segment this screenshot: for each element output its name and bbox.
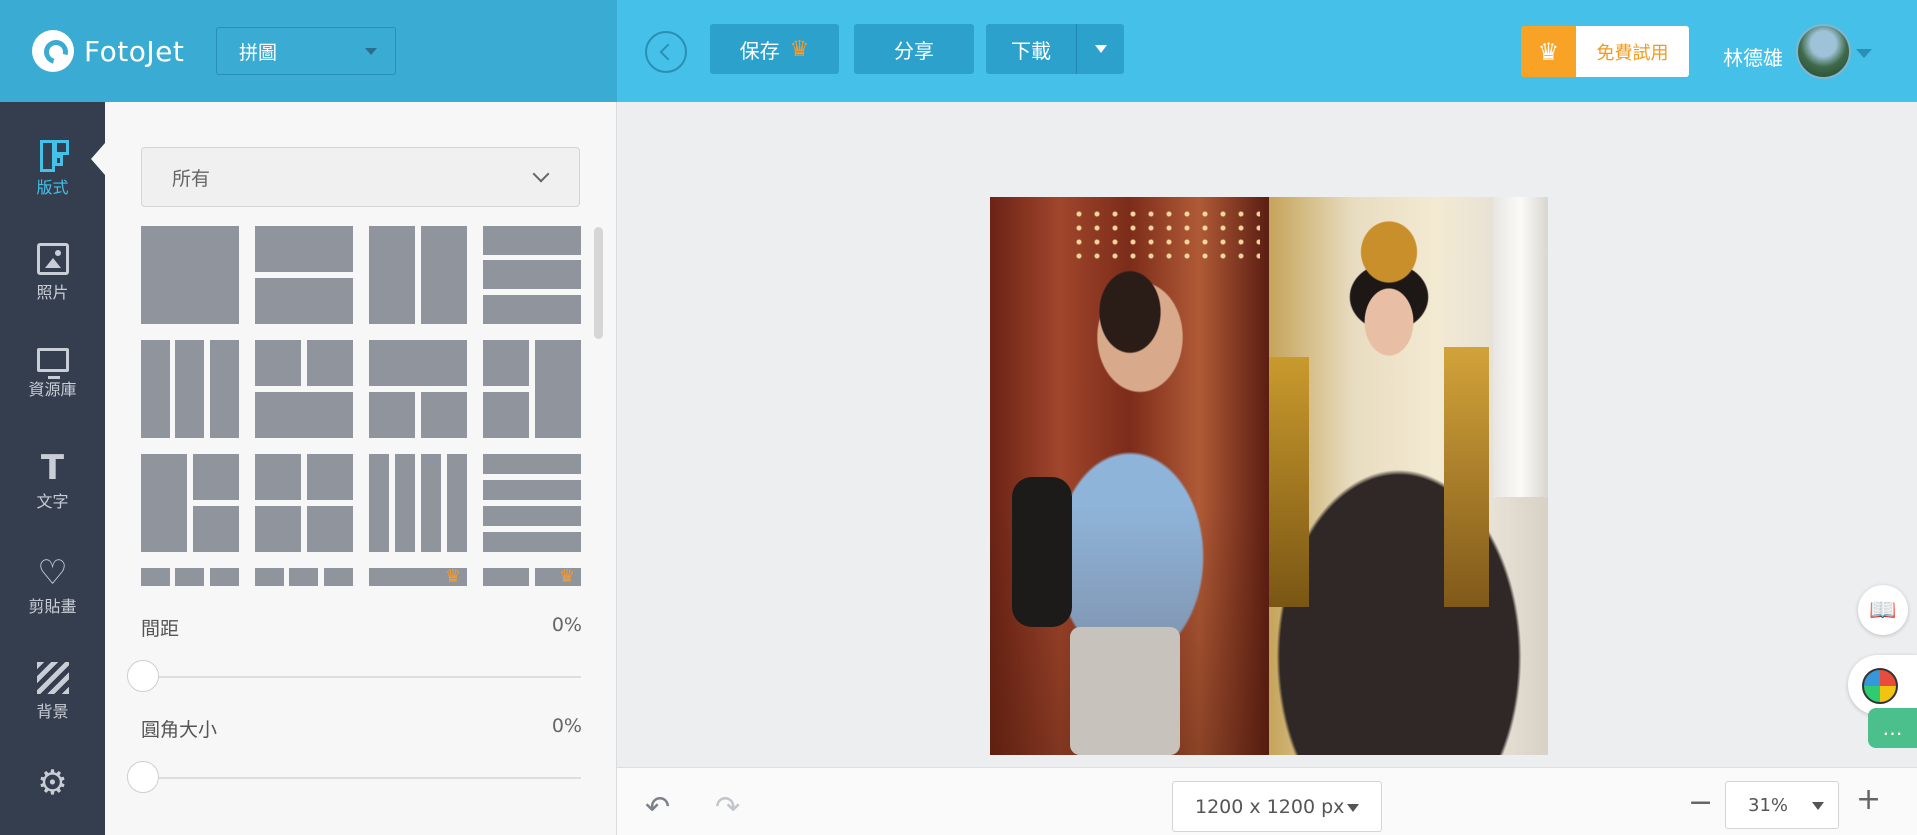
corner-radius-value: 0% — [551, 715, 582, 737]
sidebar-item-clipart[interactable]: 剪貼畫 — [0, 557, 105, 647]
save-button[interactable]: 保存 ♛ — [710, 24, 839, 74]
free-trial-label: 免費試用 — [1576, 26, 1689, 77]
crown-icon: ♛ — [558, 566, 575, 586]
layout-tile[interactable] — [141, 568, 239, 586]
zoom-select[interactable]: 31% — [1725, 781, 1839, 829]
chevron-down-icon — [532, 165, 550, 183]
photo-bag — [1012, 477, 1072, 627]
theme-button[interactable] — [1848, 655, 1917, 715]
zoom-value: 31% — [1748, 794, 1789, 816]
text-icon — [37, 452, 69, 484]
photo-icon — [36, 243, 69, 275]
canvas-size-value: 1200 x 1200 px — [1195, 795, 1345, 818]
category-select-value: 所有 — [172, 167, 211, 190]
spacing-label: 間距 — [141, 618, 180, 640]
sidebar-item-label: 文字 — [36, 492, 69, 511]
layout-icon — [37, 138, 69, 172]
sidebar-item-text[interactable]: 文字 — [0, 452, 105, 542]
logo-icon — [32, 30, 74, 72]
download-options-button[interactable] — [1076, 24, 1124, 74]
mode-select-value: 拼圖 — [239, 41, 278, 64]
sidebar-item-photos[interactable]: 照片 — [0, 243, 105, 333]
canvas-size-select[interactable]: 1200 x 1200 px — [1172, 781, 1382, 832]
crown-icon: ♛ — [1521, 26, 1576, 77]
settings-button[interactable] — [0, 767, 105, 817]
layout-tile[interactable] — [369, 340, 467, 438]
logo-text: FotoJet — [84, 34, 185, 68]
layout-tile[interactable] — [483, 226, 581, 324]
left-icon-rail: 版式 照片 資源庫 文字 剪貼畫 背景 — [0, 102, 105, 835]
caret-down-icon — [1812, 802, 1824, 810]
sidebar-item-label: 版式 — [36, 178, 69, 197]
mode-select[interactable]: 拼圖 — [216, 27, 396, 75]
zoom-out-icon[interactable]: − — [1688, 788, 1713, 818]
layout-tile[interactable] — [141, 340, 239, 438]
sidebar-item-background[interactable]: 背景 — [0, 662, 105, 752]
crown-icon: ♛ — [444, 566, 461, 586]
caret-down-icon — [1347, 804, 1359, 812]
sidebar-item-label: 照片 — [36, 283, 69, 302]
layout-tile[interactable] — [369, 226, 467, 324]
monitor-icon — [36, 348, 69, 379]
photo-lights — [1070, 207, 1260, 267]
background-icon — [36, 662, 69, 694]
photo-throne-right — [1444, 347, 1489, 607]
sidebar-item-library[interactable]: 資源庫 — [0, 348, 105, 438]
corner-radius-label: 圓角大小 — [141, 719, 218, 741]
avatar[interactable] — [1796, 24, 1851, 79]
layout-tile[interactable] — [369, 454, 467, 552]
username[interactable]: 林德雄 — [1723, 42, 1783, 71]
crown-icon: ♛ — [789, 36, 810, 62]
back-button[interactable] — [645, 31, 687, 73]
caret-down-icon — [365, 48, 377, 55]
layout-tile[interactable] — [255, 568, 353, 586]
photo-column — [1493, 197, 1548, 497]
layout-tile[interactable] — [255, 226, 353, 324]
active-item-pointer — [91, 143, 105, 175]
user-menu-caret-icon[interactable] — [1856, 49, 1872, 58]
layout-tile[interactable] — [483, 454, 581, 552]
collage-canvas[interactable] — [990, 197, 1548, 755]
redo-icon[interactable]: ↷ — [715, 790, 740, 825]
spacing-slider-track[interactable] — [141, 676, 581, 678]
layout-tile[interactable] — [483, 340, 581, 438]
layout-tile[interactable] — [141, 226, 239, 324]
corner-radius-slider-knob[interactable] — [127, 761, 159, 793]
photo-trousers — [1070, 627, 1180, 755]
guide-book-icon[interactable]: 📖 — [1858, 585, 1908, 635]
save-button-label: 保存 — [739, 38, 780, 63]
heart-icon — [37, 557, 69, 589]
layout-panel: 所有 ♛ ♛ 間距 0% 圓角大小 0% — [105, 102, 617, 835]
layout-tile[interactable]: ♛ — [483, 566, 581, 586]
spacing-value: 0% — [551, 614, 582, 636]
category-select[interactable]: 所有 — [141, 147, 580, 207]
undo-icon[interactable]: ↶ — [645, 790, 670, 825]
share-button[interactable]: 分享 — [854, 24, 974, 74]
spacing-slider-knob[interactable] — [127, 660, 159, 692]
free-trial-button[interactable]: ♛ 免費試用 — [1521, 26, 1689, 77]
sidebar-item-label: 資源庫 — [28, 380, 77, 399]
layout-grid: ♛ ♛ — [141, 226, 581, 586]
layout-tile[interactable] — [141, 454, 239, 552]
chat-icon[interactable]: … — [1868, 708, 1917, 748]
download-button-label: 下載 — [1011, 38, 1051, 63]
gear-icon — [37, 767, 69, 799]
download-button[interactable]: 下載 — [986, 24, 1076, 74]
collage-photo-right[interactable] — [1269, 197, 1548, 755]
fotojet-logo[interactable]: FotoJet — [32, 30, 184, 72]
corner-radius-slider-track[interactable] — [141, 777, 581, 779]
share-button-label: 分享 — [894, 38, 934, 63]
sidebar-item-label: 背景 — [36, 702, 69, 721]
layout-tile[interactable]: ♛ — [369, 566, 467, 586]
photo-throne-left — [1269, 357, 1309, 607]
sidebar-item-label: 剪貼畫 — [28, 597, 77, 616]
collage-photo-left[interactable] — [990, 197, 1269, 755]
panel-scrollbar[interactable] — [594, 227, 603, 339]
color-wheel-icon — [1862, 668, 1898, 704]
zoom-in-icon[interactable]: + — [1856, 785, 1881, 815]
sidebar-item-layout[interactable]: 版式 — [0, 138, 105, 228]
layout-tile[interactable] — [255, 340, 353, 438]
layout-tile[interactable] — [255, 454, 353, 552]
